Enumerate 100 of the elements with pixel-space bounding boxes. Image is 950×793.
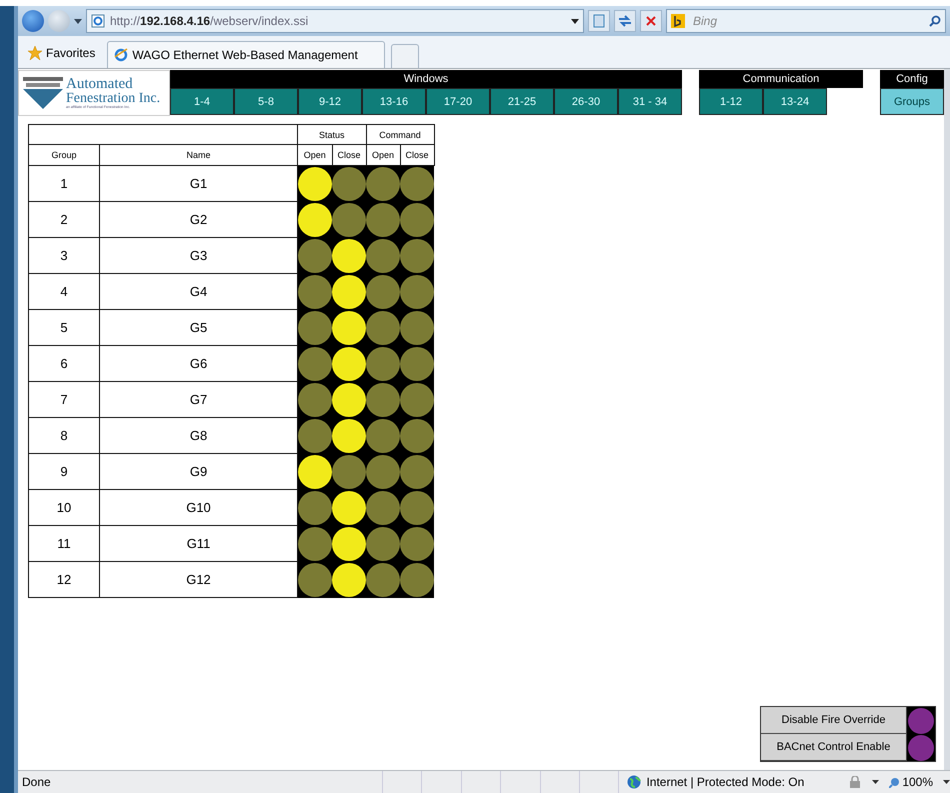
- status-text: Done: [21, 775, 52, 789]
- indicator-lamp[interactable]: [908, 734, 934, 760]
- address-field[interactable]: http://192.168.4.16/webserv/index.ssi: [86, 9, 584, 33]
- indicator-lamp[interactable]: [400, 346, 434, 380]
- table-cell: G6: [100, 346, 298, 382]
- nav-group-title: Communication: [699, 70, 863, 88]
- search-icon[interactable]: [929, 15, 941, 27]
- indicator-lamp[interactable]: [400, 166, 434, 201]
- indicator-lamp[interactable]: [366, 310, 400, 344]
- search-engine-logo-icon: [671, 14, 685, 28]
- nav-button[interactable]: 17-20: [426, 88, 490, 115]
- nav-button[interactable]: 13-24: [763, 88, 827, 115]
- table-cell: G2: [100, 202, 298, 238]
- indicator-lamp[interactable]: [400, 526, 434, 560]
- indicator-lamp[interactable]: [366, 418, 400, 452]
- compatibility-button[interactable]: [588, 10, 610, 32]
- refresh-button[interactable]: [614, 10, 636, 32]
- indicator-lamp[interactable]: [366, 562, 400, 596]
- favorites-button[interactable]: Favorites: [22, 40, 102, 66]
- url-text: http://192.168.4.16/webserv/index.ssi: [110, 14, 308, 28]
- indicator-lamp[interactable]: [400, 274, 434, 308]
- indicator-lamp[interactable]: [366, 490, 400, 524]
- table-cell: G11: [100, 526, 298, 562]
- table-cell: 3: [28, 238, 100, 274]
- nav-button[interactable]: Groups: [880, 88, 944, 115]
- table-cell: 6: [28, 346, 100, 382]
- table-cell: 9: [28, 454, 100, 490]
- browser-tab[interactable]: WAGO Ethernet Web-Based Management: [107, 41, 386, 68]
- indicator-lamp[interactable]: [400, 310, 434, 344]
- indicator-lamp[interactable]: [400, 562, 434, 596]
- indicator-lamp[interactable]: [366, 202, 400, 236]
- indicator-lamp[interactable]: [366, 238, 400, 272]
- nav-button[interactable]: 1-12: [699, 88, 763, 115]
- nav-button[interactable]: 1-4: [170, 88, 234, 115]
- table-cell: 7: [28, 382, 100, 418]
- column-group-header: Command: [366, 124, 434, 144]
- page-icon: [91, 14, 105, 28]
- back-button[interactable]: [22, 10, 44, 32]
- table-cell: G10: [100, 490, 298, 526]
- dropdown-caret-icon[interactable]: [872, 780, 880, 784]
- indicator-lamp[interactable]: [908, 708, 934, 734]
- nav-button[interactable]: 9-12: [298, 88, 362, 115]
- column-header: Name: [100, 144, 298, 166]
- nav-button[interactable]: 21-25: [490, 88, 554, 115]
- table-cell: 8: [28, 418, 100, 454]
- table-cell: 4: [28, 274, 100, 310]
- override-label: BACnet Control Enable: [761, 734, 907, 761]
- dropdown-caret-icon[interactable]: [74, 18, 82, 24]
- indicator-lamp[interactable]: [400, 454, 434, 488]
- indicator-lamp[interactable]: [400, 238, 434, 272]
- indicator-lamp[interactable]: [366, 382, 400, 416]
- stop-button[interactable]: [640, 10, 662, 32]
- search-field[interactable]: Bing: [691, 13, 923, 29]
- globe-icon: [627, 775, 642, 789]
- magnifier-icon: [889, 776, 900, 788]
- nav-button[interactable]: 26-30: [554, 88, 618, 115]
- indicator-lamp[interactable]: [366, 274, 400, 308]
- close-icon: [646, 16, 656, 26]
- table-cell: G5: [100, 310, 298, 346]
- table-cell: G7: [100, 382, 298, 418]
- table-cell: 5: [28, 310, 100, 346]
- search-box[interactable]: Bing: [666, 9, 946, 33]
- indicator-lamp[interactable]: [400, 490, 434, 524]
- page-icon: [593, 14, 605, 28]
- indicator-lamp[interactable]: [366, 166, 400, 201]
- star-icon: [28, 46, 42, 60]
- table-cell: G4: [100, 274, 298, 310]
- dropdown-caret-icon[interactable]: [943, 780, 950, 784]
- indicator-lamp[interactable]: [400, 418, 434, 452]
- table-cell: G8: [100, 418, 298, 454]
- table-cell: G3: [100, 238, 298, 274]
- nav-button[interactable]: 31 - 34: [618, 88, 682, 115]
- override-label: Disable Fire Override: [761, 707, 907, 734]
- nav-button[interactable]: 13-16: [362, 88, 426, 115]
- table-cell: 1: [28, 166, 100, 202]
- globe-e-icon: [114, 48, 128, 62]
- table-cell: G12: [100, 562, 298, 598]
- table-cell: 10: [28, 490, 100, 526]
- indicator-lamp[interactable]: [366, 454, 400, 488]
- table-cell: G1: [100, 166, 298, 202]
- nav-button[interactable]: 5-8: [234, 88, 298, 115]
- indicator-lamp[interactable]: [400, 202, 434, 236]
- dropdown-caret-icon[interactable]: [571, 18, 579, 24]
- lock-icon[interactable]: [848, 776, 862, 788]
- column-group-header: Status: [298, 124, 366, 144]
- arrows-icon: [618, 15, 632, 27]
- table-cell: G9: [100, 454, 298, 490]
- logo-text: Automated: [66, 76, 134, 92]
- zoom-level[interactable]: 100%: [889, 775, 934, 789]
- indicator-lamp[interactable]: [366, 526, 400, 560]
- indicator-lamp[interactable]: [366, 346, 400, 380]
- table-cell: 12: [28, 562, 100, 598]
- security-zone-text: Internet | Protected Mode: On: [646, 775, 804, 789]
- column-header: Group: [28, 144, 100, 166]
- table-cell: 2: [28, 202, 100, 238]
- triangle-logo-icon: [23, 77, 63, 109]
- indicator-lamp[interactable]: [400, 382, 434, 416]
- nav-group-title: Config: [880, 70, 944, 88]
- table-cell: 11: [28, 526, 100, 562]
- logo-text: Fenestration Inc.: [66, 92, 160, 106]
